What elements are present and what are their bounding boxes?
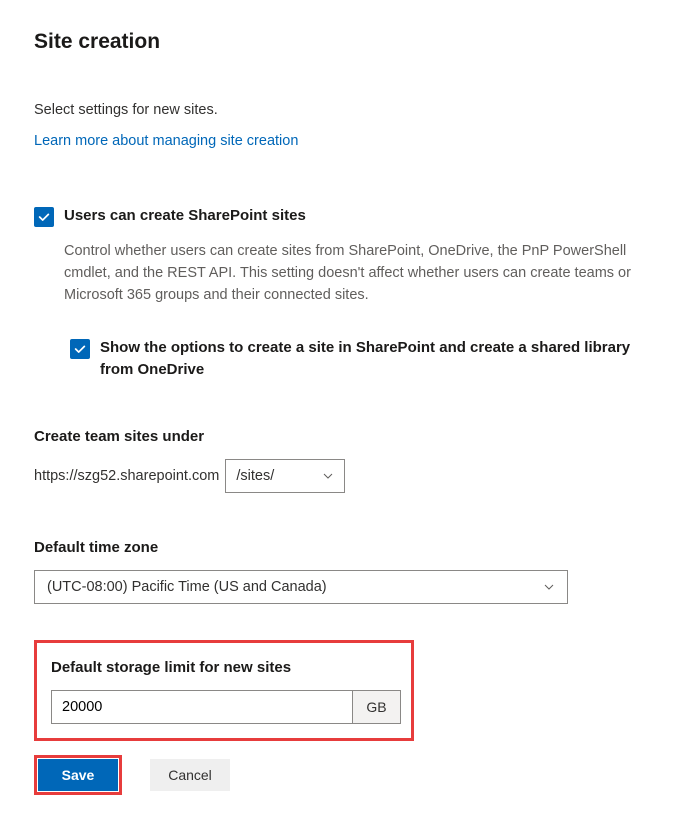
timezone-value: (UTC-08:00) Pacific Time (US and Canada): [47, 579, 327, 595]
chevron-down-icon: [543, 581, 555, 593]
storage-limit-label: Default storage limit for new sites: [51, 659, 397, 676]
checkmark-icon: [37, 210, 51, 224]
cancel-button[interactable]: Cancel: [150, 759, 230, 791]
timezone-select[interactable]: (UTC-08:00) Pacific Time (US and Canada): [34, 570, 568, 604]
storage-limit-input[interactable]: [51, 690, 353, 724]
users-can-create-description: Control whether users can create sites f…: [64, 240, 652, 307]
managed-path-select[interactable]: /sites/: [225, 459, 345, 493]
page-description: Select settings for new sites.: [34, 102, 652, 118]
create-under-label: Create team sites under: [34, 428, 652, 445]
tenant-url-text: https://szg52.sharepoint.com: [34, 468, 219, 484]
timezone-label: Default time zone: [34, 539, 652, 556]
managed-path-value: /sites/: [236, 468, 274, 484]
checkmark-icon: [73, 342, 87, 356]
save-button-highlight: Save: [34, 755, 122, 795]
save-button[interactable]: Save: [38, 759, 118, 791]
show-options-label: Show the options to create a site in Sha…: [100, 337, 652, 382]
learn-more-link[interactable]: Learn more about managing site creation: [34, 133, 298, 149]
users-can-create-checkbox[interactable]: [34, 207, 54, 227]
page-title: Site creation: [34, 30, 652, 54]
storage-unit-label: GB: [353, 690, 401, 724]
chevron-down-icon: [322, 470, 334, 482]
storage-limit-highlight: Default storage limit for new sites GB: [34, 640, 414, 741]
show-options-checkbox[interactable]: [70, 339, 90, 359]
users-can-create-label: Users can create SharePoint sites: [64, 205, 306, 228]
